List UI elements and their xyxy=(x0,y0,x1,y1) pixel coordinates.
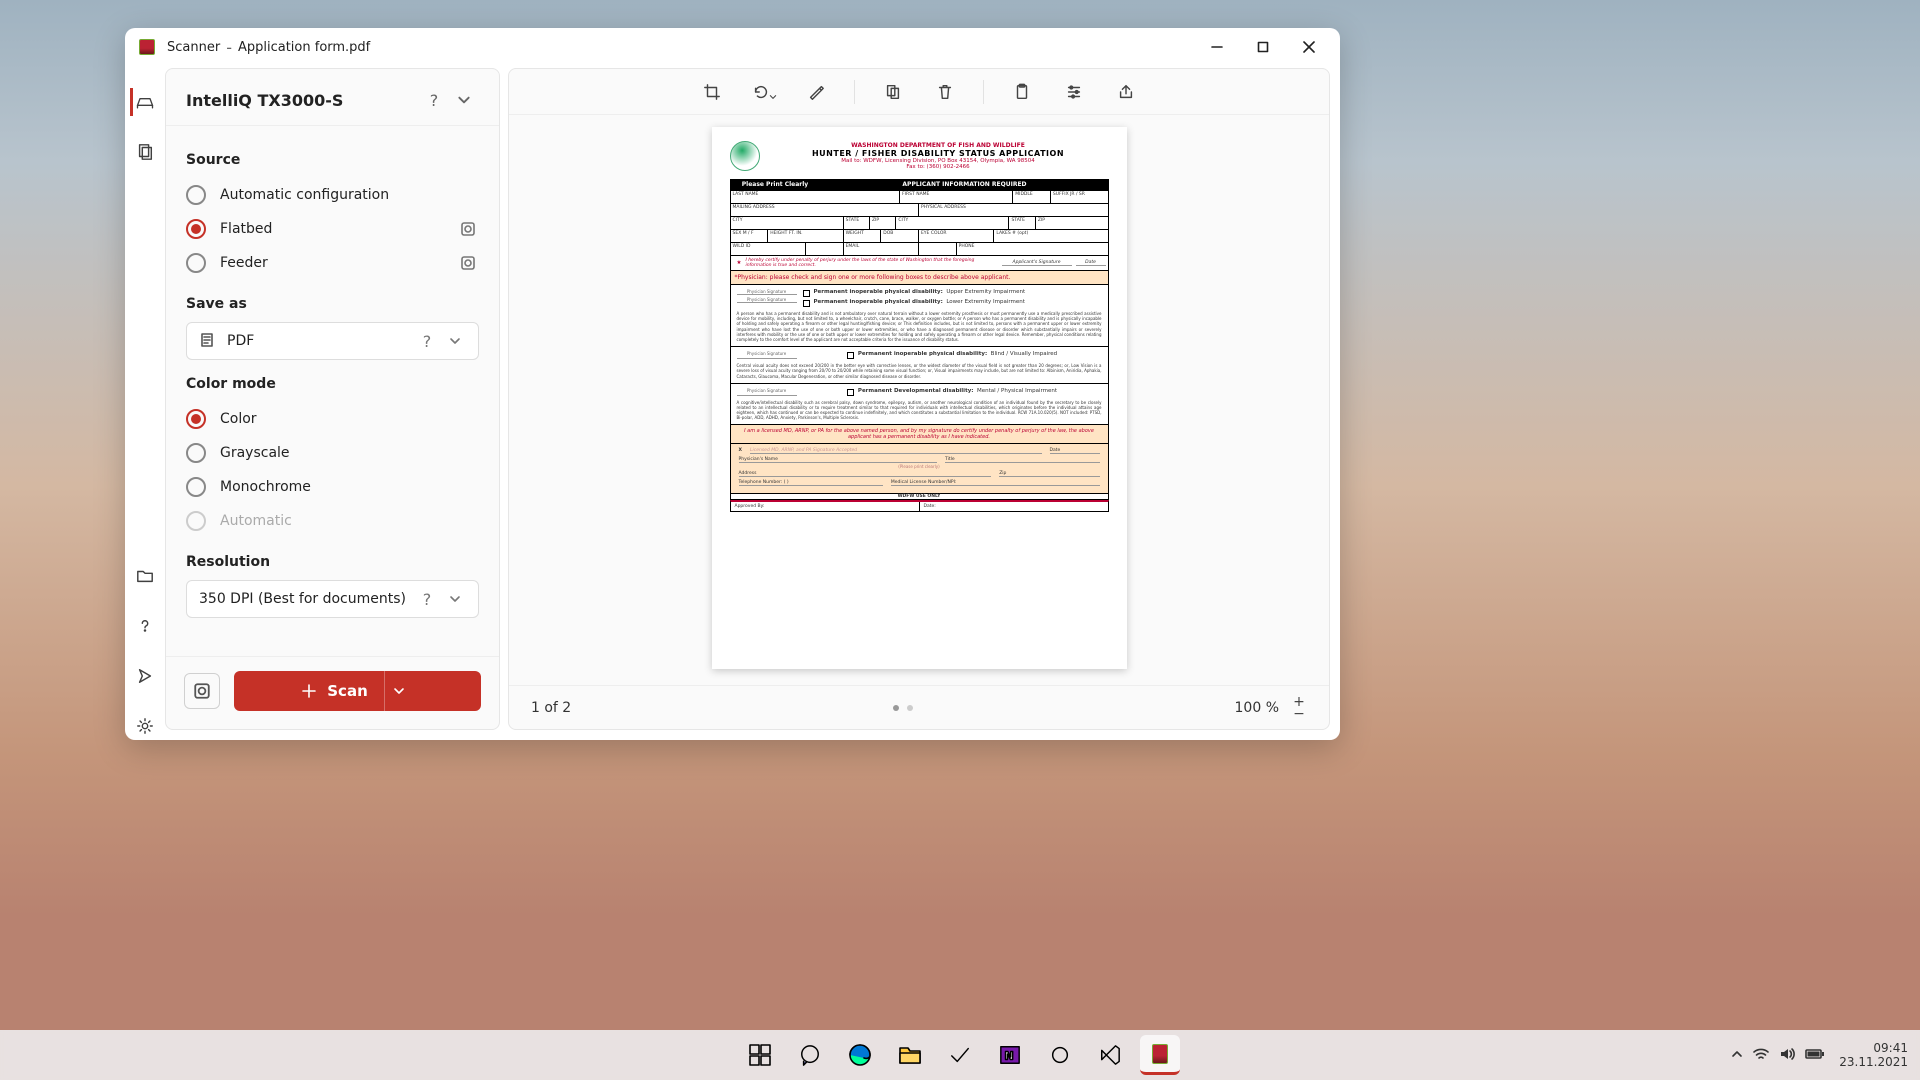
left-nav xyxy=(125,66,165,740)
scan-button-label: Scan xyxy=(327,682,368,700)
saveas-help-icon[interactable]: ? xyxy=(416,330,438,352)
scanner-name: IntelliQ TX3000-S xyxy=(186,91,417,110)
radio-icon xyxy=(186,511,206,531)
nav-settings-icon[interactable] xyxy=(131,712,159,740)
taskbar-chat[interactable] xyxy=(790,1035,830,1075)
toolbar-divider xyxy=(854,80,855,104)
scanner-help-icon[interactable]: ? xyxy=(421,87,447,113)
app-icon xyxy=(139,39,155,55)
tray-battery-icon[interactable] xyxy=(1805,1048,1825,1063)
colormode-label: Color mode xyxy=(186,376,479,392)
page-dots[interactable] xyxy=(571,705,1234,711)
scanner-dropdown-icon[interactable] xyxy=(451,87,477,113)
star-icon: ★ xyxy=(737,260,742,266)
title-app-name: Scanner xyxy=(167,40,220,55)
titlebar: Scanner - Application form.pdf xyxy=(125,28,1340,66)
tray-expand-icon[interactable] xyxy=(1731,1048,1743,1063)
tray-clock[interactable]: 09:41 23.11.2021 xyxy=(1839,1041,1908,1070)
chevron-down-icon xyxy=(444,330,466,352)
taskbar-edge[interactable] xyxy=(840,1035,880,1075)
svg-text:N: N xyxy=(1005,1050,1014,1063)
source-option-flatbed[interactable]: Flatbed xyxy=(186,212,479,246)
preview-toolbar xyxy=(509,69,1329,115)
resolution-label: Resolution xyxy=(186,554,479,570)
colormode-option-grayscale[interactable]: Grayscale xyxy=(186,436,479,470)
preview-panel: WASHINGTON DEPARTMENT OF FISH AND WILDLI… xyxy=(508,68,1330,730)
saveas-label: Save as xyxy=(186,296,479,312)
colormode-option-color[interactable]: Color xyxy=(186,402,479,436)
preview-button[interactable] xyxy=(184,673,220,709)
taskbar: N 09:41 23.11.2021 xyxy=(0,1030,1920,1080)
nav-help-icon[interactable] xyxy=(131,612,159,640)
radio-icon xyxy=(186,443,206,463)
radio-icon xyxy=(186,219,206,239)
rotate-button[interactable] xyxy=(750,78,778,106)
title-document-name: Application form.pdf xyxy=(238,40,370,55)
page-counter: 1 of 2 xyxy=(531,700,571,716)
agency-logo xyxy=(730,141,760,171)
draw-button[interactable] xyxy=(802,78,830,106)
toolbar-divider xyxy=(983,80,984,104)
tray-volume-icon[interactable] xyxy=(1779,1047,1795,1064)
system-tray: 09:41 23.11.2021 xyxy=(1731,1041,1908,1070)
scan-button[interactable]: Scan xyxy=(234,671,481,711)
taskbar-onenote[interactable]: N xyxy=(990,1035,1030,1075)
source-preview-icon[interactable] xyxy=(457,252,479,274)
maximize-button[interactable] xyxy=(1240,31,1286,63)
taskbar-todo[interactable] xyxy=(940,1035,980,1075)
taskbar-scanner[interactable] xyxy=(1140,1035,1180,1075)
taskbar-app-circle[interactable] xyxy=(1040,1035,1080,1075)
title-separator: - xyxy=(226,38,232,57)
radio-icon xyxy=(186,409,206,429)
resolution-dropdown[interactable]: 350 DPI (Best for documents) ? xyxy=(186,580,479,618)
share-button[interactable] xyxy=(1112,78,1140,106)
document-page: WASHINGTON DEPARTMENT OF FISH AND WILDLI… xyxy=(712,127,1127,669)
colormode-option-monochrome[interactable]: Monochrome xyxy=(186,470,479,504)
zoom-out-button[interactable]: − xyxy=(1291,708,1307,720)
delete-button[interactable] xyxy=(931,78,959,106)
chevron-down-icon xyxy=(444,588,466,610)
applicant-form-grid: LAST NAME FIRST NAME MIDDLE SUFFIX JR / … xyxy=(730,190,1109,256)
nav-pages-icon[interactable] xyxy=(131,138,159,166)
minimize-button[interactable] xyxy=(1194,31,1240,63)
scanner-window: Scanner - Application form.pdf IntelliQ … xyxy=(125,28,1340,740)
taskbar-explorer[interactable] xyxy=(890,1035,930,1075)
source-option-feeder[interactable]: Feeder xyxy=(186,246,479,280)
copy-button[interactable] xyxy=(879,78,907,106)
scan-dropdown-icon[interactable] xyxy=(384,671,414,711)
nav-feedback-icon[interactable] xyxy=(131,662,159,690)
source-option-auto[interactable]: Automatic configuration xyxy=(186,178,479,212)
paste-button[interactable] xyxy=(1008,78,1036,106)
pdf-icon xyxy=(199,332,217,350)
radio-icon xyxy=(186,253,206,273)
tray-wifi-icon[interactable] xyxy=(1753,1047,1769,1064)
source-preview-icon[interactable] xyxy=(457,218,479,240)
taskbar-visualstudio[interactable] xyxy=(1090,1035,1130,1075)
saveas-dropdown[interactable]: PDF ? xyxy=(186,322,479,360)
zoom-value: 100 % xyxy=(1235,700,1279,716)
resolution-help-icon[interactable]: ? xyxy=(416,588,438,610)
radio-icon xyxy=(186,185,206,205)
nav-scan-icon[interactable] xyxy=(130,88,158,116)
taskbar-start[interactable] xyxy=(740,1035,780,1075)
crop-button[interactable] xyxy=(698,78,726,106)
source-label: Source xyxy=(186,152,479,168)
close-button[interactable] xyxy=(1286,31,1332,63)
radio-icon xyxy=(186,477,206,497)
nav-folder-icon[interactable] xyxy=(131,562,159,590)
scan-settings-panel: IntelliQ TX3000-S ? Source Automatic con… xyxy=(165,68,500,730)
preview-statusbar: 1 of 2 100 % + − xyxy=(509,685,1329,729)
properties-button[interactable] xyxy=(1060,78,1088,106)
colormode-option-automatic: Automatic xyxy=(186,504,479,538)
preview-viewport[interactable]: WASHINGTON DEPARTMENT OF FISH AND WILDLI… xyxy=(509,115,1329,685)
